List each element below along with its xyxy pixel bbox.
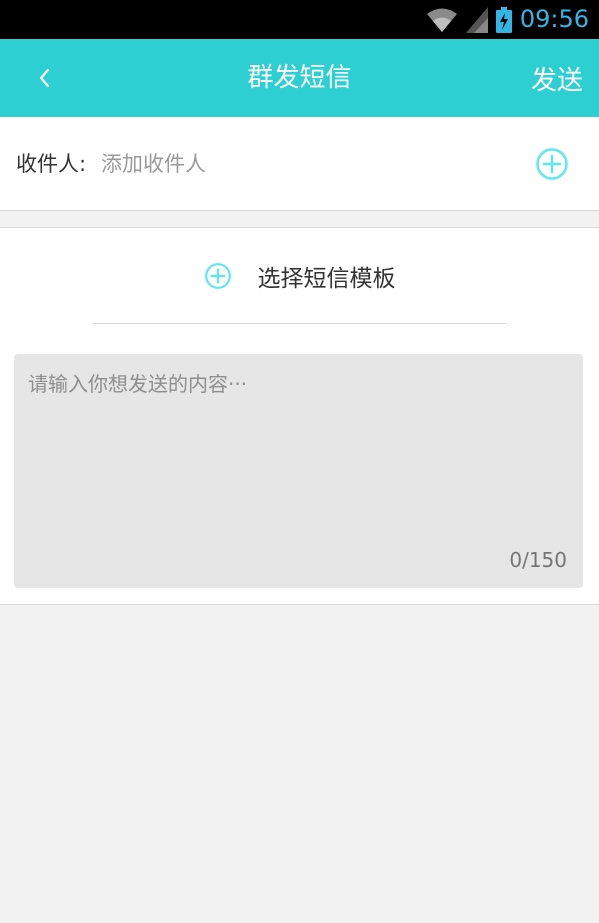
signal-icon xyxy=(465,6,488,33)
char-counter: 0/150 xyxy=(509,548,567,572)
divider xyxy=(93,323,506,324)
status-time: 09:56 xyxy=(519,5,589,33)
recipient-row: 收件人: xyxy=(0,117,599,211)
recipient-label: 收件人: xyxy=(16,152,87,176)
battery-charging-icon xyxy=(495,6,512,33)
send-button[interactable]: 发送 xyxy=(531,39,583,117)
wifi-icon xyxy=(426,8,457,32)
message-input[interactable] xyxy=(28,368,568,538)
add-recipient-button[interactable] xyxy=(535,147,569,181)
chevron-left-icon xyxy=(39,68,50,88)
app-bar: 群发短信 发送 xyxy=(0,39,599,117)
plus-circle-icon xyxy=(204,262,231,289)
select-template-button[interactable]: 选择短信模板 xyxy=(0,228,599,323)
plus-circle-icon xyxy=(536,148,568,180)
status-icons: 09:56 xyxy=(426,0,589,39)
status-bar: 09:56 xyxy=(0,0,599,39)
back-button[interactable] xyxy=(24,39,64,117)
recipient-input[interactable] xyxy=(101,145,501,183)
message-box: 0/150 xyxy=(14,354,583,588)
page-title: 群发短信 xyxy=(247,63,352,93)
compose-card: 选择短信模板 0/150 xyxy=(0,227,599,605)
select-template-label: 选择短信模板 xyxy=(257,265,396,292)
